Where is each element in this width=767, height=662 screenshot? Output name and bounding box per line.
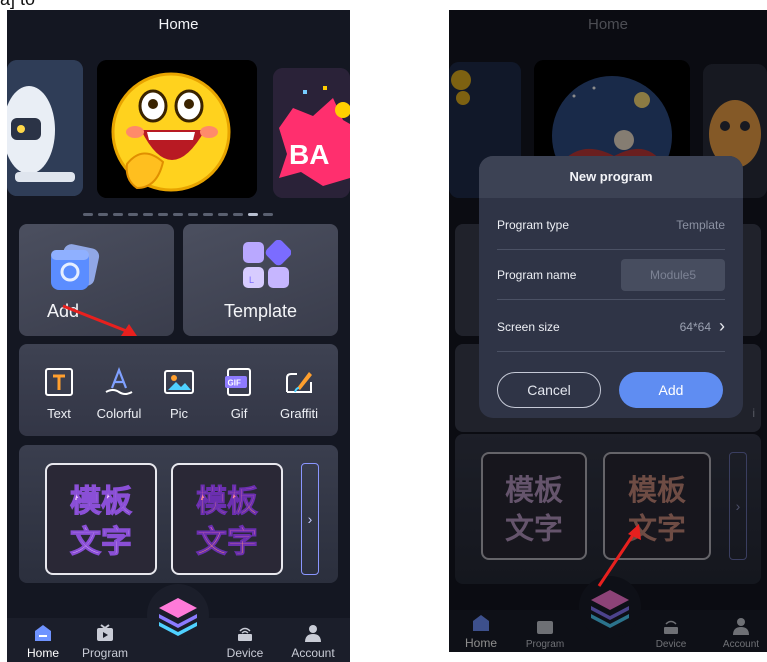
graffiti-tool-button[interactable]: Graffiti — [269, 366, 329, 421]
annotation-arrow — [62, 304, 137, 336]
gif-tool-button[interactable]: GIF Gif — [209, 366, 269, 421]
carousel-thumb-astronaut[interactable] — [7, 60, 83, 196]
left-phone-screen: Home BA Add L Template Text Colorful Pic… — [7, 10, 350, 662]
svg-text:文字: 文字 — [196, 524, 258, 560]
graffiti-tool-label: Graffiti — [279, 406, 319, 421]
nav-account[interactable]: Account — [283, 623, 343, 660]
layers-icon — [159, 598, 197, 636]
colorful-tool-button[interactable]: Colorful — [89, 366, 149, 421]
tool-row: Text Colorful Pic GIF Gif Graffiti — [19, 344, 338, 436]
nav-home[interactable]: Home — [13, 623, 73, 660]
nav-program[interactable]: Program — [75, 623, 135, 660]
program-name-label: Program name — [497, 267, 577, 282]
colorful-text-icon — [105, 366, 133, 395]
new-program-dialog: New program Program type Template Progra… — [479, 156, 743, 418]
template-item-1[interactable]: 模板 文字 — [45, 463, 157, 575]
right-phone-screen: Home i 模板 文字 模板 文字 › Home Program Device… — [449, 10, 767, 652]
screenshot-canvas: a] to Home — [0, 0, 767, 662]
chevron-right-icon: › — [719, 316, 725, 336]
svg-text:模板: 模板 — [196, 483, 258, 519]
text-tool-label: Text — [47, 406, 71, 421]
template-row: 模板 文字 模板 文字 › — [19, 445, 338, 583]
template-label: Template — [223, 301, 298, 321]
program-type-value: Template — [676, 217, 725, 232]
carousel-thumb-emoji[interactable] — [97, 60, 257, 198]
gif-tool-label: Gif — [230, 406, 248, 421]
bottom-nav: Home Program Device Account — [7, 584, 350, 662]
template-item-2[interactable]: 模板 文字 — [171, 463, 283, 575]
program-name-input[interactable]: Module5 — [621, 258, 725, 291]
text-tool-button[interactable]: Text — [29, 366, 89, 421]
add-button[interactable]: Add — [619, 372, 723, 408]
program-icon — [97, 624, 113, 641]
colorful-tool-label: Colorful — [96, 406, 142, 421]
screen-size-row[interactable]: Screen size 64*64 › — [497, 302, 725, 352]
chevron-right-icon: › — [307, 511, 313, 527]
program-type-row: Program type Template — [497, 200, 725, 250]
home-icon — [35, 625, 51, 641]
account-icon — [305, 625, 321, 642]
caption-fragment: a] to — [0, 0, 60, 10]
cancel-button[interactable]: Cancel — [497, 372, 601, 408]
program-name-row: Program name Module5 — [497, 250, 725, 300]
screen-size-value: 64*64 — [679, 319, 711, 334]
picture-icon — [164, 370, 194, 394]
center-layers-button[interactable] — [147, 584, 209, 646]
template-card[interactable]: L Template — [183, 224, 338, 336]
svg-text:模板: 模板 — [70, 483, 132, 519]
carousel-indicator — [83, 213, 273, 217]
svg-text:BA: BA — [289, 139, 329, 170]
svg-text:文字: 文字 — [70, 524, 132, 560]
svg-text:GIF: GIF — [228, 379, 241, 388]
pic-tool-label: Pic — [169, 406, 189, 421]
program-type-label: Program type — [497, 217, 570, 232]
gif-icon: GIF — [225, 368, 251, 396]
dialog-title: New program — [479, 156, 743, 198]
carousel-thumb-bang[interactable]: BA — [273, 68, 350, 198]
annotation-arrow — [597, 524, 641, 587]
nav-device[interactable]: Device — [215, 623, 275, 660]
pic-tool-button[interactable]: Pic — [149, 366, 209, 421]
text-tool-icon — [45, 368, 73, 396]
template-next-button[interactable]: › — [301, 463, 319, 575]
screen-size-label: Screen size — [497, 319, 560, 334]
template-grid-icon: L — [243, 240, 291, 288]
svg-text:L: L — [249, 275, 254, 285]
add-program-icon — [51, 244, 100, 290]
device-icon — [238, 627, 252, 641]
page-title: Home — [158, 16, 199, 33]
graffiti-icon — [286, 372, 312, 393]
